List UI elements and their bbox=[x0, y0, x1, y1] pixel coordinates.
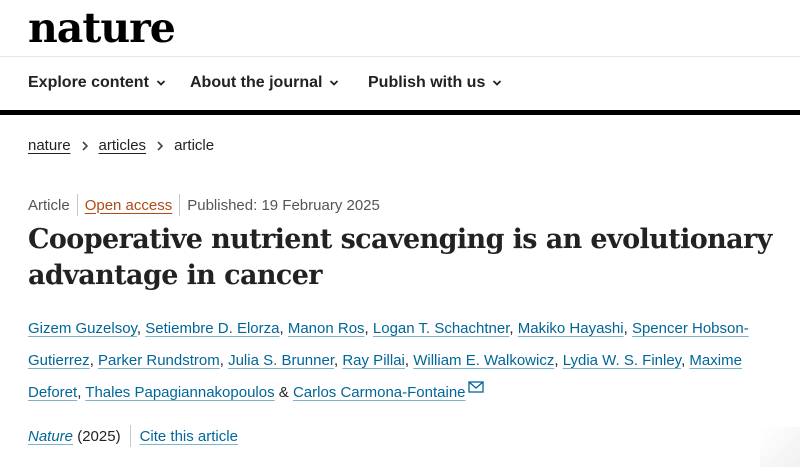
author-link[interactable]: Thales Papagiannakopoulos bbox=[85, 384, 274, 401]
breadcrumb-articles[interactable]: articles bbox=[99, 137, 147, 154]
author-link[interactable]: Gizem Guzelsoy bbox=[28, 320, 137, 337]
nav-explore-content-label: Explore content bbox=[28, 74, 149, 91]
author-separator: , bbox=[623, 320, 632, 337]
chevron-down-icon bbox=[156, 80, 166, 86]
citation-divider bbox=[129, 425, 131, 447]
journal-name: Nature bbox=[28, 427, 74, 445]
nav-divider bbox=[0, 110, 800, 115]
email-icon[interactable] bbox=[467, 381, 484, 393]
chevron-down-icon bbox=[330, 80, 339, 86]
meta-divider bbox=[76, 194, 78, 216]
published-date: Published: 19 February 2025 bbox=[187, 196, 380, 214]
author-link[interactable]: Ray Pillai bbox=[342, 352, 405, 369]
author-link[interactable]: Parker Rundstrom bbox=[98, 352, 220, 369]
chevron-down-icon bbox=[493, 80, 502, 86]
author-link[interactable]: Carlos Carmona-Fontaine bbox=[293, 384, 466, 401]
corner-shade bbox=[760, 427, 800, 467]
nav-about-journal-label: About the journal bbox=[190, 74, 323, 91]
author-separator: , bbox=[219, 352, 229, 369]
author-link[interactable]: Makiko Hayashi bbox=[518, 320, 624, 337]
author-separator: , bbox=[89, 352, 99, 369]
author-separator: , bbox=[404, 352, 414, 369]
author-separator: , bbox=[364, 320, 373, 337]
chevron-right-icon bbox=[81, 140, 88, 151]
site-header: nature bbox=[0, 0, 800, 57]
citation-line: Nature (2025) Cite this article bbox=[28, 425, 238, 447]
nav-publish-with-us[interactable]: Publish with us bbox=[368, 74, 502, 92]
open-access-link[interactable]: Open access bbox=[85, 197, 173, 214]
citation-year: (2025) bbox=[73, 427, 121, 445]
article-type: Article bbox=[28, 196, 70, 214]
nav-publish-with-us-label: Publish with us bbox=[368, 74, 486, 91]
author-separator: , bbox=[509, 320, 518, 337]
article-meta: Article Open access Published: 19 Februa… bbox=[28, 194, 380, 216]
article-title: Cooperative nutrient scavenging is an ev… bbox=[28, 224, 772, 291]
nav-explore-content[interactable]: Explore content bbox=[28, 74, 166, 92]
author-link[interactable]: Setiembre D. Elorza bbox=[145, 320, 279, 337]
author-link[interactable]: William E. Walkowicz bbox=[413, 352, 554, 369]
meta-divider bbox=[179, 194, 181, 216]
breadcrumb-nature[interactable]: nature bbox=[28, 137, 71, 154]
author-link[interactable]: Manon Ros bbox=[288, 320, 365, 337]
breadcrumb-current: article bbox=[174, 137, 215, 154]
journal-citation: Nature (2025) bbox=[28, 428, 121, 445]
journal-link[interactable]: Nature bbox=[28, 428, 73, 445]
nav-about-journal[interactable]: About the journal bbox=[190, 74, 339, 92]
main-nav: Explore content About the journal Publis… bbox=[0, 58, 800, 110]
cite-this-article-link[interactable]: Cite this article bbox=[140, 428, 238, 445]
author-separator: & bbox=[274, 384, 293, 401]
author-list: Gizem Guzelsoy, Setiembre D. Elorza, Man… bbox=[28, 313, 788, 409]
author-separator: , bbox=[136, 320, 146, 337]
author-link[interactable]: Julia S. Brunner bbox=[228, 352, 334, 369]
author-separator: , bbox=[279, 320, 288, 337]
breadcrumb: nature articles article bbox=[28, 137, 214, 154]
author-separator: , bbox=[554, 352, 563, 369]
chevron-right-icon bbox=[157, 140, 164, 151]
author-link[interactable]: Lydia W. S. Finley bbox=[563, 352, 681, 369]
nature-logo[interactable]: nature bbox=[28, 4, 176, 52]
author-link[interactable]: Logan T. Schachtner bbox=[373, 320, 510, 337]
